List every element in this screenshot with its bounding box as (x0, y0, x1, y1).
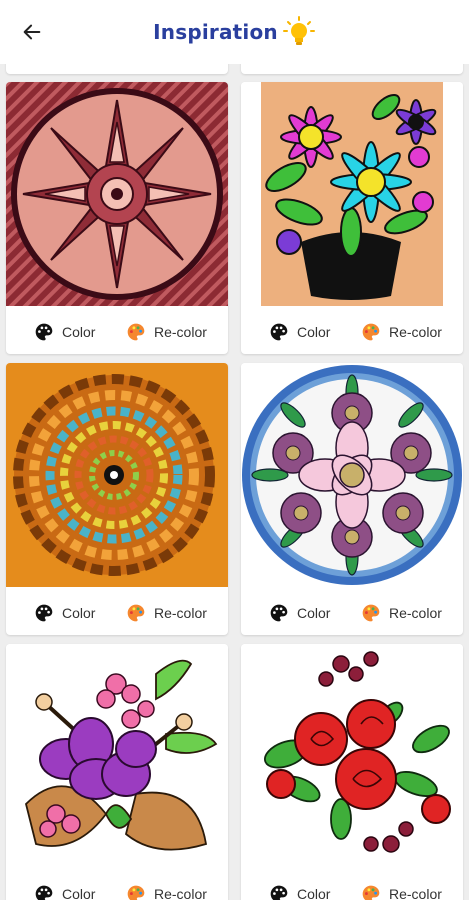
palette-icon (35, 323, 53, 341)
color-label: Color (297, 886, 331, 900)
card-actions: Color Re-color (241, 593, 463, 633)
card-actions: Color Re-color (241, 874, 463, 900)
card-actions: Color Re-color (6, 874, 228, 900)
recolor-button[interactable]: Re-color (126, 322, 207, 342)
title-group: Inspiration (0, 14, 469, 50)
floral-mandala-artwork[interactable] (241, 363, 463, 587)
recolor-label: Re-color (154, 605, 207, 621)
card-pink-mandala[interactable]: Color Re-color (6, 82, 228, 354)
recolor-button[interactable]: Re-color (361, 322, 442, 342)
color-button[interactable]: Color (269, 884, 330, 900)
color-label: Color (297, 605, 331, 621)
pink-mandala-artwork[interactable] (6, 82, 228, 306)
color-button[interactable]: Color (269, 322, 330, 342)
recolor-label: Re-color (154, 324, 207, 340)
page-title: Inspiration (153, 20, 278, 44)
recolor-button[interactable]: Re-color (126, 603, 207, 623)
recolor-label: Re-color (389, 324, 442, 340)
palette-icon (270, 885, 288, 900)
card-red-roses[interactable]: Color Re-color (241, 644, 463, 900)
color-button[interactable]: Color (34, 603, 95, 623)
lightbulb-icon (282, 16, 315, 45)
color-button[interactable]: Color (34, 322, 95, 342)
card-hibiscus[interactable]: Color Re-color (6, 644, 228, 900)
card-actions: Color Re-color (241, 312, 463, 352)
previous-card (241, 64, 463, 74)
color-label: Color (297, 324, 331, 340)
recolor-label: Re-color (389, 886, 442, 900)
recolor-button[interactable]: Re-color (361, 884, 442, 900)
recolor-button[interactable]: Re-color (126, 884, 207, 900)
color-button[interactable]: Color (269, 603, 330, 623)
palette-color-icon (127, 323, 145, 341)
palette-color-icon (362, 604, 380, 622)
palette-icon (35, 604, 53, 622)
recolor-button[interactable]: Re-color (361, 603, 442, 623)
recolor-label: Re-color (389, 605, 442, 621)
card-flower-vase[interactable]: Color Re-color (241, 82, 463, 354)
inspiration-feed[interactable]: Color Re-color Color Re-color Color Re-c… (0, 64, 469, 900)
color-label: Color (62, 605, 96, 621)
color-label: Color (62, 324, 96, 340)
flower-vase-artwork[interactable] (241, 82, 463, 306)
previous-card (6, 64, 228, 74)
app-bar: Inspiration (0, 0, 469, 64)
card-actions: Color Re-color (6, 312, 228, 352)
spiral-mosaic-artwork[interactable] (6, 363, 228, 587)
recolor-label: Re-color (154, 886, 207, 900)
palette-color-icon (127, 604, 145, 622)
red-roses-artwork[interactable] (241, 644, 463, 868)
card-floral-mandala[interactable]: Color Re-color (241, 363, 463, 635)
color-label: Color (62, 886, 96, 900)
palette-icon (35, 885, 53, 900)
palette-icon (270, 604, 288, 622)
card-spiral-mosaic[interactable]: Color Re-color (6, 363, 228, 635)
palette-color-icon (362, 885, 380, 900)
card-actions: Color Re-color (6, 593, 228, 633)
color-button[interactable]: Color (34, 884, 95, 900)
palette-color-icon (127, 885, 145, 900)
hibiscus-artwork[interactable] (6, 644, 228, 868)
palette-color-icon (362, 323, 380, 341)
palette-icon (270, 323, 288, 341)
